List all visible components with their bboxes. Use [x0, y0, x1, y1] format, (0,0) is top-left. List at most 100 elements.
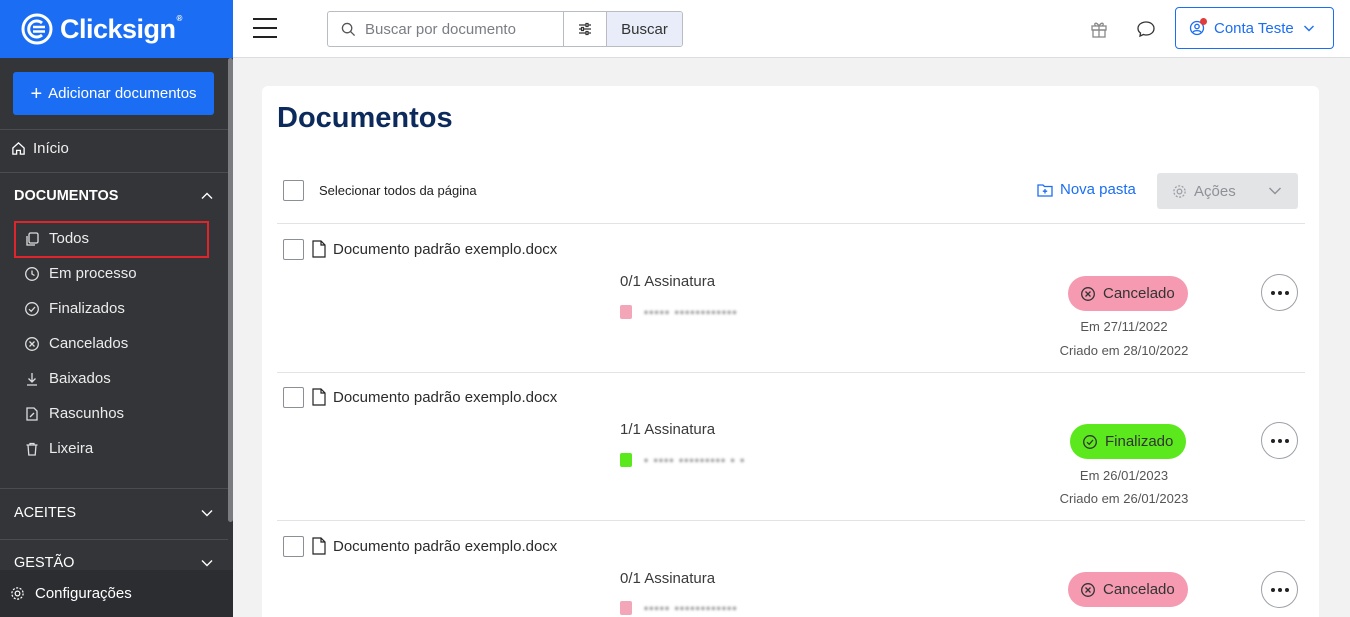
document-name-link[interactable]: Documento padrão exemplo.docx — [312, 388, 557, 406]
status-date: Em 26/01/2023 — [1079, 468, 1169, 483]
document-name-link[interactable]: Documento padrão exemplo.docx — [312, 240, 557, 258]
section-aceites[interactable]: ACEITES — [14, 505, 214, 521]
chevron-down-icon — [1303, 25, 1314, 32]
search-bar: Buscar — [327, 11, 683, 47]
sidebar-item-cancelados[interactable]: Cancelados — [24, 335, 128, 352]
sidebar-scrollbar[interactable] — [228, 58, 233, 522]
filter-button[interactable] — [564, 12, 607, 46]
signer-avatar — [620, 601, 632, 615]
divider — [277, 223, 1305, 224]
signer-row: ▪▪▪▪▪ ▪▪▪▪▪▪▪▪▪▪▪▪ — [620, 601, 738, 615]
signer-avatar — [620, 453, 632, 467]
status-label: Finalizado — [1105, 433, 1174, 450]
chat-icon[interactable] — [1136, 19, 1156, 39]
chevron-down-icon — [1269, 187, 1281, 195]
search-field — [328, 12, 564, 46]
home-icon — [12, 141, 25, 155]
section-title: ACEITES — [14, 505, 77, 521]
account-menu-button[interactable]: Conta Teste — [1175, 7, 1334, 49]
signature-count: 1/1 Assinatura — [620, 421, 716, 438]
sidebar-item-rascunhos[interactable]: Rascunhos — [24, 405, 124, 422]
sidebar-item-baixados[interactable]: Baixados — [24, 370, 111, 387]
status-label: Cancelado — [1103, 285, 1175, 302]
search-icon — [341, 22, 356, 36]
signer-email-blurred: ▪▪▪▪▪ ▪▪▪▪▪▪▪▪▪▪▪▪ — [644, 305, 738, 319]
created-date: Criado em 26/01/2023 — [1059, 491, 1189, 506]
select-all-checkbox[interactable] — [283, 180, 304, 201]
gift-icon[interactable] — [1089, 19, 1109, 39]
draft-icon — [26, 406, 38, 421]
sliders-icon — [579, 22, 591, 36]
document-name: Documento padrão exemplo.docx — [333, 388, 558, 406]
created-date: Criado em 28/10/2022 — [1059, 343, 1189, 358]
select-all-row: Selecionar todos da página — [283, 180, 477, 201]
document-checkbox[interactable] — [283, 239, 304, 260]
file-icon — [312, 537, 326, 555]
signer-row: ▪ ▪▪▪▪ ▪▪▪▪▪▪▪▪▪ ▪ ▪ — [620, 453, 745, 467]
signer-avatar — [620, 305, 632, 319]
signature-count: 0/1 Assinatura — [620, 273, 716, 290]
logo[interactable]: Clicksign® — [0, 0, 233, 58]
sidebar-item-label: Rascunhos — [49, 405, 125, 422]
selected-highlight — [14, 221, 209, 258]
chevron-up-icon — [201, 192, 213, 199]
document-checkbox[interactable] — [283, 387, 304, 408]
signer-row: ▪▪▪▪▪ ▪▪▪▪▪▪▪▪▪▪▪▪ — [620, 305, 738, 319]
check-circle-icon — [25, 301, 39, 316]
search-button[interactable]: Buscar — [607, 12, 682, 46]
sidebar-item-em-processo[interactable]: Em processo — [24, 265, 137, 282]
trash-icon — [26, 442, 38, 456]
section-title: GESTÃO — [14, 555, 75, 571]
plus-icon: + — [30, 82, 43, 105]
brand-name: Clicksign® — [60, 13, 182, 44]
file-icon — [312, 240, 326, 258]
status-badge: Finalizado — [1070, 424, 1187, 459]
divider — [0, 488, 228, 489]
sidebar-item-inicio[interactable]: Início — [11, 140, 239, 157]
sidebar-item-label: Cancelados — [49, 335, 129, 352]
account-avatar — [1189, 18, 1207, 36]
divider — [0, 129, 228, 130]
more-options-button[interactable] — [1261, 571, 1298, 608]
file-icon — [312, 388, 326, 406]
document-name: Documento padrão exemplo.docx — [333, 240, 558, 258]
sidebar-item-label: Baixados — [49, 370, 111, 387]
actions-dropdown[interactable]: Ações — [1157, 173, 1298, 209]
x-circle-icon — [25, 336, 39, 351]
divider — [277, 520, 1305, 521]
page-title: Documentos — [277, 102, 453, 134]
status-badge: Cancelado — [1068, 276, 1188, 311]
x-circle-icon — [1081, 286, 1095, 301]
documents-card: Documentos Selecionar todos da página No… — [262, 86, 1319, 617]
sidebar-item-lixeira[interactable]: Lixeira — [24, 440, 93, 457]
section-gestao[interactable]: GESTÃO — [14, 555, 214, 571]
section-title: DOCUMENTOS — [14, 188, 119, 204]
actions-label: Ações — [1194, 182, 1236, 200]
more-options-button[interactable] — [1261, 422, 1298, 459]
account-name: Conta Teste — [1214, 19, 1294, 37]
select-all-label: Selecionar todos da página — [319, 183, 477, 198]
configuracoes-button[interactable]: Configurações — [0, 570, 233, 617]
add-documents-button[interactable]: + Adicionar documentos — [13, 72, 214, 115]
search-input[interactable] — [365, 20, 555, 38]
document-name: Documento padrão exemplo.docx — [333, 537, 558, 555]
divider — [277, 372, 1305, 373]
status-label: Cancelado — [1103, 581, 1175, 598]
chevron-down-icon — [201, 560, 213, 567]
gear-icon — [1173, 184, 1186, 198]
configuracoes-label: Configurações — [35, 585, 132, 602]
clicksign-logo-icon — [21, 13, 53, 45]
signer-email-blurred: ▪ ▪▪▪▪ ▪▪▪▪▪▪▪▪▪ ▪ ▪ — [644, 453, 746, 467]
divider — [0, 539, 228, 540]
document-name-link[interactable]: Documento padrão exemplo.docx — [312, 537, 557, 555]
top-bar: Buscar Conta Teste — [233, 0, 1350, 58]
notification-dot — [1200, 18, 1207, 25]
sidebar: Clicksign® + Adicionar documentos Início… — [0, 0, 233, 617]
section-documentos[interactable]: DOCUMENTOS — [14, 188, 214, 204]
new-folder-button[interactable]: Nova pasta — [1037, 181, 1136, 198]
gear-icon — [11, 587, 24, 600]
sidebar-item-finalizados[interactable]: Finalizados — [24, 300, 125, 317]
hamburger-menu-icon[interactable] — [253, 18, 277, 38]
document-checkbox[interactable] — [283, 536, 304, 557]
more-options-button[interactable] — [1261, 274, 1298, 311]
